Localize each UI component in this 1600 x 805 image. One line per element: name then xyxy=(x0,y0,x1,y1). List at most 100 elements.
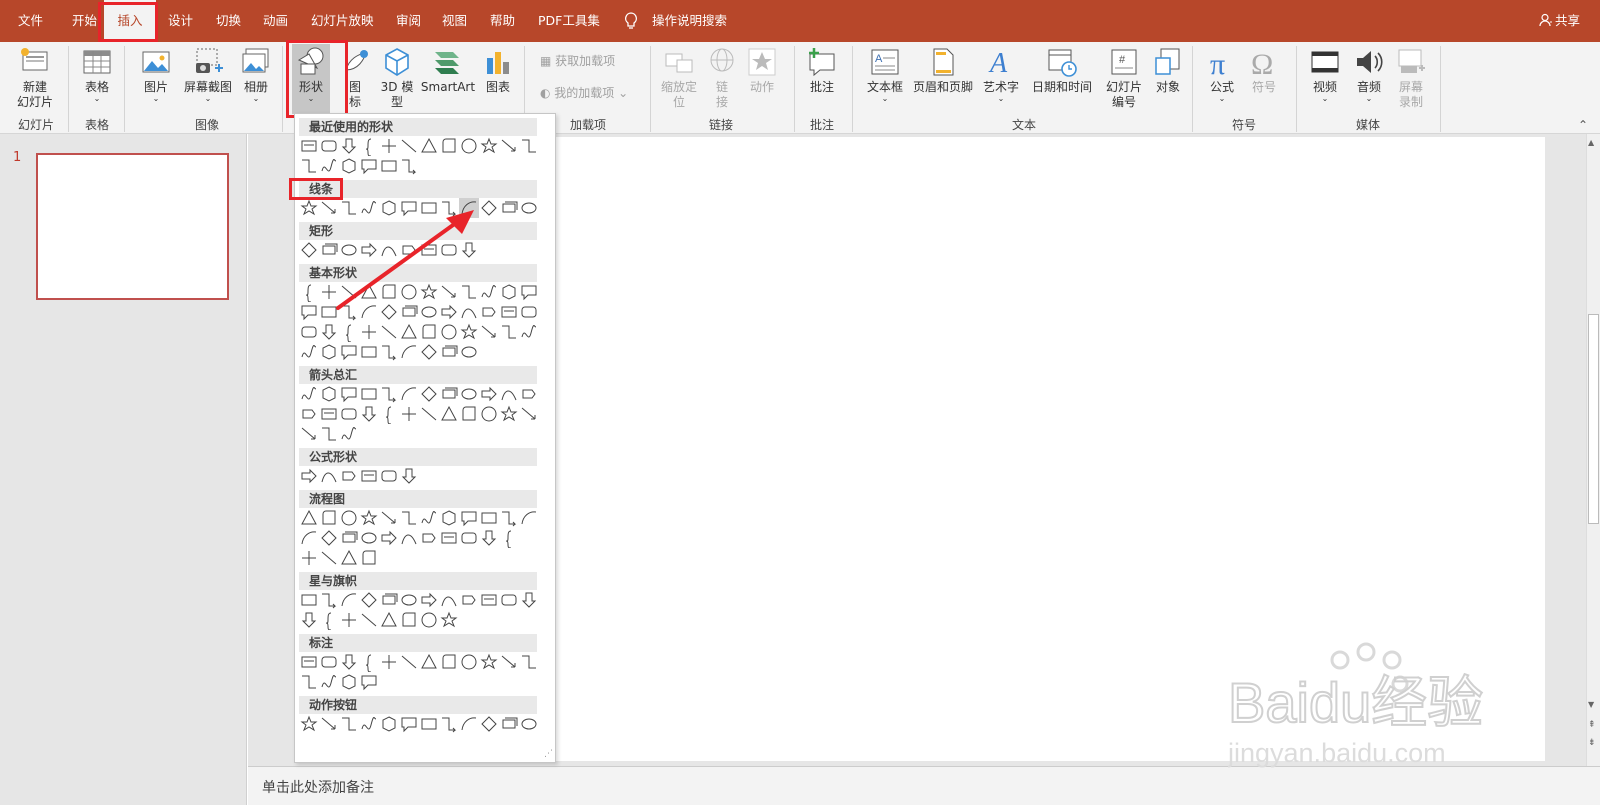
tab-review[interactable]: 审阅 xyxy=(396,0,421,42)
shape-option-icon[interactable] xyxy=(419,342,439,362)
shape-option-icon[interactable] xyxy=(519,404,539,424)
shape-option-icon[interactable] xyxy=(499,198,519,218)
shape-option-icon[interactable] xyxy=(319,714,339,734)
shape-option-icon[interactable] xyxy=(319,424,339,444)
shape-option-icon[interactable] xyxy=(319,322,339,342)
shape-option-icon[interactable] xyxy=(359,672,379,692)
shape-option-icon[interactable] xyxy=(479,652,499,672)
action-button[interactable]: 动作 xyxy=(744,46,780,95)
shape-option-icon[interactable] xyxy=(379,404,399,424)
shape-option-icon[interactable] xyxy=(399,590,419,610)
shape-option-icon[interactable] xyxy=(479,714,499,734)
shape-option-icon[interactable] xyxy=(299,302,319,322)
shape-option-icon[interactable] xyxy=(339,466,359,486)
shape-option-icon[interactable] xyxy=(359,590,379,610)
shape-option-icon[interactable] xyxy=(339,508,359,528)
shape-option-icon[interactable] xyxy=(439,528,459,548)
table-button[interactable]: 表格 ⌄ xyxy=(76,46,118,103)
shape-option-icon[interactable] xyxy=(519,714,539,734)
shape-option-icon[interactable] xyxy=(479,136,499,156)
object-button[interactable]: 对象 xyxy=(1150,46,1186,95)
shape-option-icon[interactable] xyxy=(399,136,419,156)
shape-option-icon[interactable] xyxy=(459,384,479,404)
notes-pane[interactable]: 单击此处添加备注 xyxy=(248,766,1600,805)
tab-design[interactable]: 设计 xyxy=(168,0,193,42)
shape-option-icon[interactable] xyxy=(519,508,539,528)
shape-option-icon[interactable] xyxy=(319,404,339,424)
resize-grip-icon[interactable]: ⋰ xyxy=(544,749,553,759)
next-slide-icon[interactable]: ⇟ xyxy=(1588,738,1596,748)
slide-thumbnail[interactable] xyxy=(36,153,229,300)
shape-option-icon[interactable] xyxy=(499,404,519,424)
shape-option-icon[interactable] xyxy=(519,652,539,672)
shape-option-icon[interactable] xyxy=(519,384,539,404)
shape-option-icon[interactable] xyxy=(499,384,519,404)
shape-option-icon[interactable] xyxy=(419,528,439,548)
shape-option-icon[interactable] xyxy=(459,652,479,672)
vertical-scrollbar[interactable]: ▲ ▼ ⇞ ⇟ xyxy=(1586,134,1600,766)
shape-option-icon[interactable] xyxy=(319,136,339,156)
shape-option-icon[interactable] xyxy=(319,466,339,486)
zoom-button[interactable]: 缩放定 位 xyxy=(656,46,702,110)
shape-option-icon[interactable] xyxy=(339,156,359,176)
shape-option-icon[interactable] xyxy=(479,528,499,548)
shape-option-icon[interactable] xyxy=(399,156,419,176)
shape-option-icon[interactable] xyxy=(439,610,459,630)
shape-option-icon[interactable] xyxy=(479,590,499,610)
shape-option-icon[interactable] xyxy=(459,404,479,424)
shape-option-icon[interactable] xyxy=(299,156,319,176)
shape-option-icon[interactable] xyxy=(399,404,419,424)
shape-option-icon[interactable] xyxy=(399,528,419,548)
screenshot-button[interactable]: 屏幕截图 ⌄ xyxy=(180,46,236,103)
shape-option-icon[interactable] xyxy=(299,714,319,734)
shape-option-icon[interactable] xyxy=(359,384,379,404)
shape-option-icon[interactable] xyxy=(419,590,439,610)
shape-option-icon[interactable] xyxy=(339,652,359,672)
shape-option-icon[interactable] xyxy=(299,590,319,610)
datetime-button[interactable]: 日期和时间 xyxy=(1026,46,1098,95)
shape-option-icon[interactable] xyxy=(459,528,479,548)
shape-option-icon[interactable] xyxy=(379,652,399,672)
shape-option-icon[interactable] xyxy=(439,404,459,424)
shape-option-icon[interactable] xyxy=(299,322,319,342)
shape-option-icon[interactable] xyxy=(319,156,339,176)
tab-transitions[interactable]: 切换 xyxy=(216,0,241,42)
shape-option-icon[interactable] xyxy=(499,528,519,548)
shape-option-icon[interactable] xyxy=(379,156,399,176)
shape-option-icon[interactable] xyxy=(399,322,419,342)
shape-option-icon[interactable] xyxy=(299,424,319,444)
shape-option-icon[interactable] xyxy=(499,590,519,610)
shape-option-icon[interactable] xyxy=(479,404,499,424)
shape-option-icon[interactable] xyxy=(459,590,479,610)
shape-option-icon[interactable] xyxy=(519,302,539,322)
shape-option-icon[interactable] xyxy=(459,342,479,362)
tab-home[interactable]: 开始 xyxy=(72,0,97,42)
tell-me-search[interactable]: 操作说明搜索 xyxy=(652,0,727,42)
shape-option-icon[interactable] xyxy=(339,672,359,692)
scroll-up-icon[interactable]: ▲ xyxy=(1588,138,1594,147)
shape-option-icon[interactable] xyxy=(459,322,479,342)
shape-option-icon[interactable] xyxy=(399,652,419,672)
shape-option-icon[interactable] xyxy=(419,322,439,342)
album-button[interactable]: 相册 ⌄ xyxy=(238,46,274,103)
shape-option-icon[interactable] xyxy=(379,466,399,486)
tab-view[interactable]: 视图 xyxy=(442,0,467,42)
shape-option-icon[interactable] xyxy=(339,548,359,568)
previous-slide-icon[interactable]: ⇞ xyxy=(1588,720,1596,730)
new-slide-button[interactable]: 新建 幻灯片 xyxy=(8,46,62,110)
icons-button[interactable]: 图 标 xyxy=(340,46,370,110)
shape-option-icon[interactable] xyxy=(379,610,399,630)
slide-number-button[interactable]: # 幻灯片 编号 xyxy=(1100,46,1148,110)
shape-option-icon[interactable] xyxy=(459,508,479,528)
shape-option-icon[interactable] xyxy=(519,198,539,218)
shape-option-icon[interactable] xyxy=(319,652,339,672)
screen-record-button[interactable]: 屏幕 录制 xyxy=(1392,46,1430,110)
shape-option-icon[interactable] xyxy=(499,714,519,734)
shape-option-icon[interactable] xyxy=(499,282,519,302)
shape-option-icon[interactable] xyxy=(419,404,439,424)
shape-option-icon[interactable] xyxy=(499,322,519,342)
shape-option-icon[interactable] xyxy=(419,610,439,630)
scrollbar-thumb[interactable] xyxy=(1588,314,1599,524)
equation-button[interactable]: π 公式 ⌄ xyxy=(1202,46,1242,103)
shape-option-icon[interactable] xyxy=(379,590,399,610)
